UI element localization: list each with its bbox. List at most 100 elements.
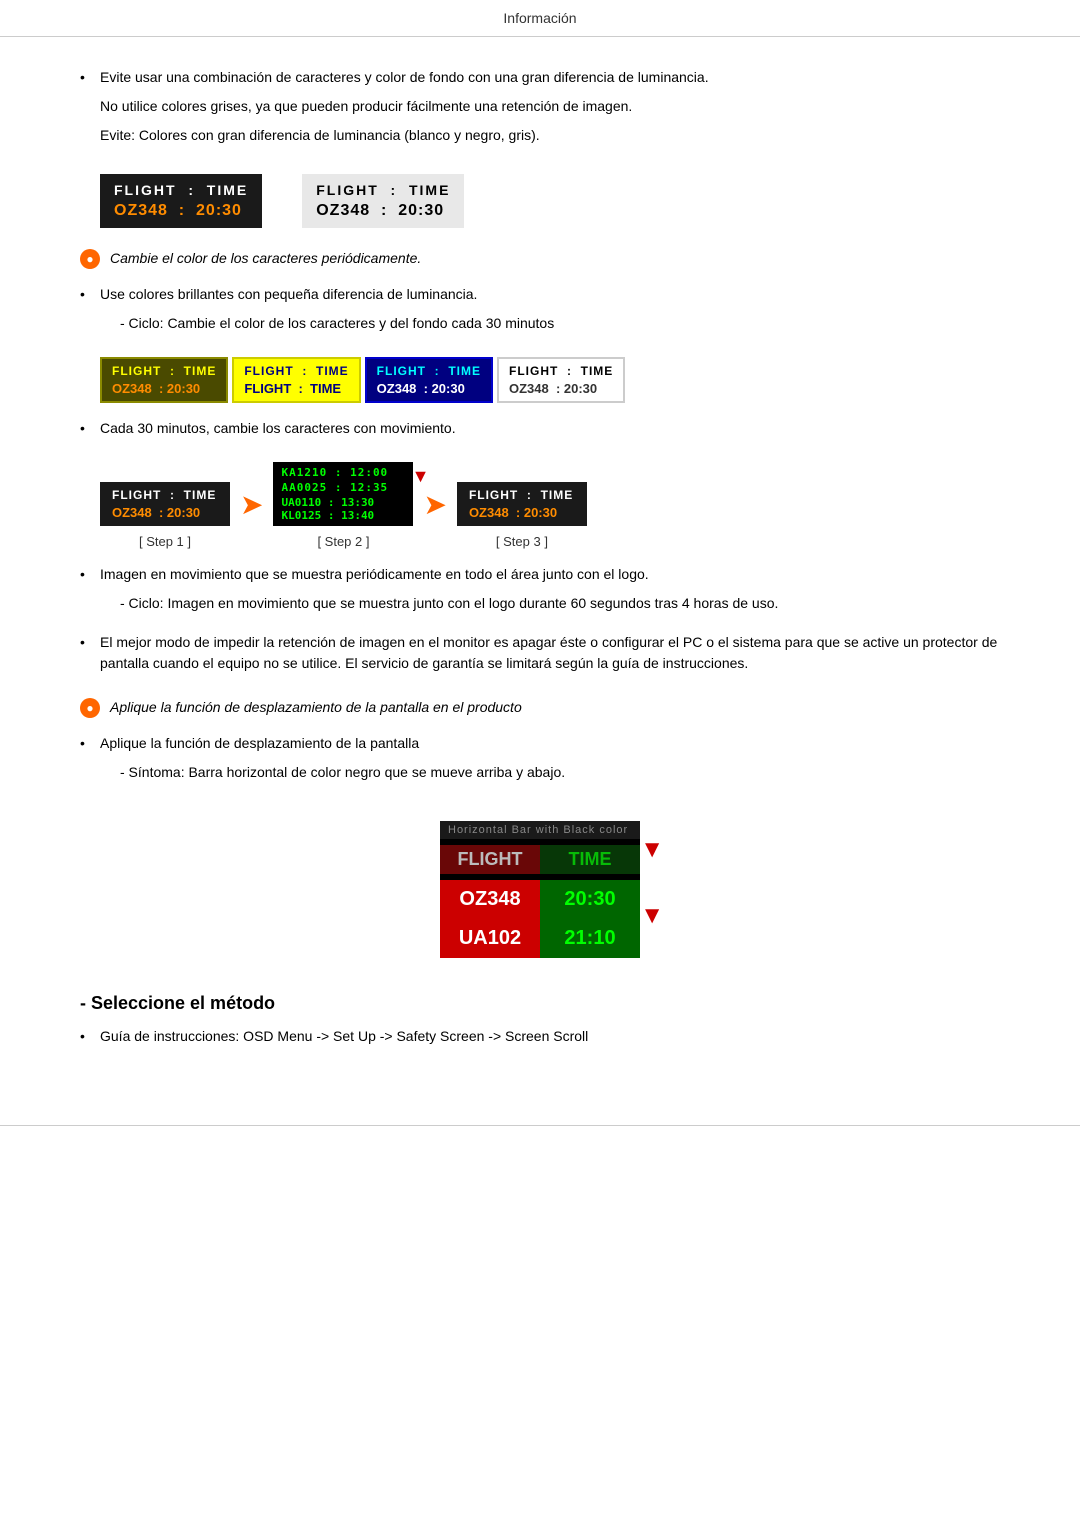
bullet-text-6: Aplique la función de desplazamiento de … xyxy=(100,733,1000,791)
circle-icon-2: ● xyxy=(80,698,100,718)
step3-label: [ Step 3 ] xyxy=(496,534,548,549)
bullet-text-3: Cada 30 minutos, cambie los caracteres c… xyxy=(100,418,1000,447)
bullet-item-2: • Use colores brillantes con pequeña dif… xyxy=(80,284,1000,342)
select-bullet-dot: • xyxy=(80,1028,100,1044)
bullet5-main: El mejor modo de impedir la retención de… xyxy=(100,632,1000,674)
blue-row1: FLIGHT : TIME xyxy=(377,364,481,378)
select-method-bullet: • Guía de instrucciones: OSD Menu -> Set… xyxy=(80,1026,1000,1055)
color-box-yellow: FLIGHT : TIME FLIGHT : TIME xyxy=(232,357,360,403)
yellow-row1: FLIGHT : TIME xyxy=(244,364,348,378)
bullet1-main: Evite usar una combinación de caracteres… xyxy=(100,67,1000,88)
step2-row1: KA1210 : 12:00 xyxy=(281,466,405,479)
bullet2-main: Use colores brillantes con pequeña difer… xyxy=(100,284,1000,305)
hbar-row2: OZ348 20:30 xyxy=(440,880,640,919)
hbar-row3-left: UA102 xyxy=(440,919,540,958)
hbar-container: Horizontal Bar with Black color FLIGHT T… xyxy=(440,806,640,973)
dark-box-row1: FLIGHT : TIME xyxy=(114,182,248,198)
step2-row1b: AA0025 : 12:35 xyxy=(281,481,405,494)
main-content: • Evite usar una combinación de caracter… xyxy=(0,37,1080,1095)
hbar-row1-right: TIME xyxy=(540,845,640,874)
color-cycle-area: FLIGHT : TIME OZ348 : 20:30 FLIGHT : TIM… xyxy=(100,357,1000,403)
step2-down-arrow: ▼ xyxy=(412,466,430,487)
display-comparison: FLIGHT : TIME OZ348 : 20:30 FLIGHT : TIM… xyxy=(100,174,1000,228)
bullet-text-2: Use colores brillantes con pequeña difer… xyxy=(100,284,1000,342)
yellow-row2: FLIGHT : TIME xyxy=(244,381,348,396)
bullet2-sub1: - Ciclo: Cambie el color de los caracter… xyxy=(120,313,1000,334)
step1-row1: FLIGHT : TIME xyxy=(112,488,218,502)
step3-row1: FLIGHT : TIME xyxy=(469,488,575,502)
page-footer xyxy=(0,1125,1080,1136)
bullet-item-3: • Cada 30 minutos, cambie los caracteres… xyxy=(80,418,1000,447)
hbar-arrow-1: ▼ xyxy=(640,836,664,864)
bullet-dot-2: • xyxy=(80,286,100,302)
hbar-arrow-2: ▼ xyxy=(640,902,664,930)
page-header: Información xyxy=(0,0,1080,37)
bullet-dot-5: • xyxy=(80,634,100,650)
color-box-blue: FLIGHT : TIME OZ348 : 20:30 xyxy=(365,357,493,403)
bullet-text-1: Evite usar una combinación de caracteres… xyxy=(100,67,1000,154)
step1-to-step2-arrow: ➤ xyxy=(240,488,263,521)
hbar-arrows: ▼ ▼ xyxy=(640,836,664,930)
bullet1-sub2: Evite: Colores con gran diferencia de lu… xyxy=(100,125,1000,146)
step1-row2: OZ348 : 20:30 xyxy=(112,505,218,520)
white-row1: FLIGHT : TIME xyxy=(509,364,613,378)
step2-row2b: KL0125 : 13:40 xyxy=(281,509,405,522)
hbar-display: Horizontal Bar with Black color FLIGHT T… xyxy=(440,821,640,958)
green-row1: FLIGHT : TIME xyxy=(112,364,216,378)
bullet1-sub1: No utilice colores grises, ya que pueden… xyxy=(100,96,1000,117)
step-box-2: KA1210 : 12:00 AA0025 : 12:35 UA0110 : 1… xyxy=(273,462,413,549)
header-title: Información xyxy=(503,10,576,26)
color-box-white: FLIGHT : TIME OZ348 : 20:30 xyxy=(497,357,625,403)
step2-label: [ Step 2 ] xyxy=(317,534,369,549)
step2-row2: UA0110 : 13:30 xyxy=(281,496,405,509)
color-box-green: FLIGHT : TIME OZ348 : 20:30 xyxy=(100,357,228,403)
circle-note-2-text: Aplique la función de desplazamiento de … xyxy=(110,697,522,718)
step2-to-step3-arrow: ➤ xyxy=(423,488,446,521)
hbar-title-row: Horizontal Bar with Black color xyxy=(440,821,640,839)
step-box-1: FLIGHT : TIME OZ348 : 20:30 [ Step 1 ] xyxy=(100,482,230,549)
bullet-item-1: • Evite usar una combinación de caracter… xyxy=(80,67,1000,154)
flight-box-light: FLIGHT : TIME OZ348 : 20:30 xyxy=(302,174,464,228)
hbar-title-text: Horizontal Bar with Black color xyxy=(448,824,628,836)
step-box-3: FLIGHT : TIME OZ348 : 20:30 [ Step 3 ] xyxy=(457,482,587,549)
step3-display: FLIGHT : TIME OZ348 : 20:30 xyxy=(457,482,587,526)
bullet6-sub1: - Síntoma: Barra horizontal de color neg… xyxy=(120,762,1000,783)
select-method-title: - Seleccione el método xyxy=(80,993,1000,1014)
step1-label: [ Step 1 ] xyxy=(139,534,191,549)
dark-box-row2: OZ348 : 20:30 xyxy=(114,202,248,220)
circle-note-1: ● Cambie el color de los caracteres peri… xyxy=(80,248,1000,269)
bullet-item-4: • Imagen en movimiento que se muestra pe… xyxy=(80,564,1000,622)
step2-display: KA1210 : 12:00 AA0025 : 12:35 UA0110 : 1… xyxy=(273,462,413,526)
bullet-text-4: Imagen en movimiento que se muestra peri… xyxy=(100,564,1000,622)
select-method-section: - Seleccione el método • Guía de instruc… xyxy=(80,993,1000,1055)
bullet4-main: Imagen en movimiento que se muestra peri… xyxy=(100,564,1000,585)
step-area: FLIGHT : TIME OZ348 : 20:30 [ Step 1 ] ➤… xyxy=(100,462,1000,549)
light-box-row1: FLIGHT : TIME xyxy=(316,182,450,198)
hbar-row3-right: 21:10 xyxy=(540,919,640,958)
white-row2: OZ348 : 20:30 xyxy=(509,381,613,396)
bullet-item-5: • El mejor modo de impedir la retención … xyxy=(80,632,1000,682)
hbar-row2-right: 20:30 xyxy=(540,880,640,919)
circle-note-2: ● Aplique la función de desplazamiento d… xyxy=(80,697,1000,718)
hbar-row1-left: FLIGHT xyxy=(440,845,540,874)
flight-box-dark: FLIGHT : TIME OZ348 : 20:30 xyxy=(100,174,262,228)
bullet6-main: Aplique la función de desplazamiento de … xyxy=(100,733,1000,754)
bullet3-main: Cada 30 minutos, cambie los caracteres c… xyxy=(100,418,1000,439)
bullet-dot-6: • xyxy=(80,735,100,751)
bullet-dot-1: • xyxy=(80,69,100,85)
step1-display: FLIGHT : TIME OZ348 : 20:30 xyxy=(100,482,230,526)
bullet-dot-4: • xyxy=(80,566,100,582)
select-method-text: Guía de instrucciones: OSD Menu -> Set U… xyxy=(100,1026,588,1047)
blue-row2: OZ348 : 20:30 xyxy=(377,381,481,396)
hbar-row1: FLIGHT TIME xyxy=(440,845,640,874)
circle-note-1-text: Cambie el color de los caracteres periód… xyxy=(110,248,421,269)
hbar-row2-left: OZ348 xyxy=(440,880,540,919)
light-box-row2: OZ348 : 20:30 xyxy=(316,202,450,220)
step2-container: KA1210 : 12:00 AA0025 : 12:35 UA0110 : 1… xyxy=(273,462,413,526)
hbar-row3: UA102 21:10 xyxy=(440,919,640,958)
green-row2: OZ348 : 20:30 xyxy=(112,381,216,396)
bullet-item-6: • Aplique la función de desplazamiento d… xyxy=(80,733,1000,791)
circle-icon-1: ● xyxy=(80,249,100,269)
bullet-dot-3: • xyxy=(80,420,100,436)
step3-row2: OZ348 : 20:30 xyxy=(469,505,575,520)
